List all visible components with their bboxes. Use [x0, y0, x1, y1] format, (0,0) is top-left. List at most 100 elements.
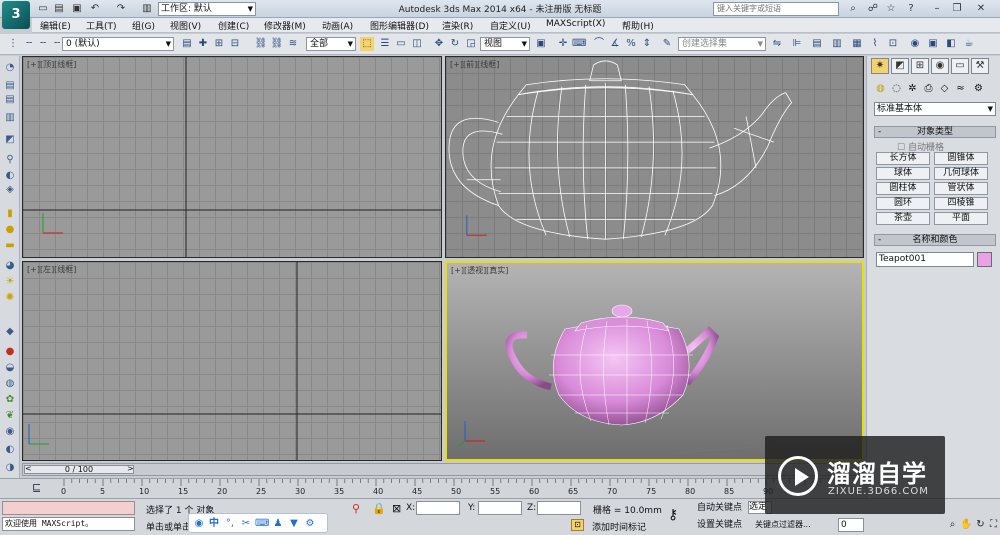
- tool-icon-2[interactable]: ▤: [3, 80, 17, 92]
- tool-icon-16[interactable]: ◍: [3, 378, 17, 390]
- selection-lock-icon[interactable]: 🔒: [372, 502, 386, 515]
- layer-line-icon[interactable]: ╌: [22, 37, 36, 51]
- project-folder-icon[interactable]: ▥: [140, 2, 154, 15]
- systems-icon[interactable]: ⚙: [971, 82, 986, 95]
- menu-customize[interactable]: 自定义(U): [490, 19, 531, 32]
- tool-icon-19[interactable]: ◉: [3, 426, 17, 438]
- save-icon[interactable]: ▣: [70, 2, 84, 15]
- orbit-icon[interactable]: ↻: [974, 518, 987, 531]
- object-type-rollout[interactable]: - 对象类型: [874, 126, 996, 138]
- tool-icon-13[interactable]: ◆: [3, 326, 17, 338]
- current-frame-field[interactable]: 0: [838, 518, 864, 532]
- slider-prev-icon[interactable]: <: [25, 464, 32, 473]
- select-manipulate-icon[interactable]: ✛: [556, 37, 570, 51]
- menu-edit[interactable]: 编辑(E): [40, 19, 71, 32]
- skin-icon[interactable]: ▼: [287, 517, 301, 531]
- add-time-tag[interactable]: 添加时间标记: [592, 520, 646, 533]
- pan-icon[interactable]: ✋: [960, 518, 973, 531]
- category-dropdown[interactable]: 标准基本体 ▼: [874, 102, 996, 116]
- z-coordinate-field[interactable]: [537, 501, 581, 515]
- minimize-icon[interactable]: –: [930, 2, 944, 16]
- cameras-icon[interactable]: ⎙: [921, 82, 936, 95]
- time-slider-thumb[interactable]: 0 / 100: [24, 465, 134, 474]
- tool-icon-3[interactable]: ▤: [3, 94, 17, 106]
- motion-tab-icon[interactable]: ◉: [931, 58, 949, 74]
- app-logo-button[interactable]: 3: [2, 1, 30, 29]
- ime-mode[interactable]: 中: [207, 517, 221, 531]
- time-slider[interactable]: 0 / 100 < >: [22, 463, 864, 476]
- open-file-icon[interactable]: ▤: [52, 2, 66, 15]
- layer-manager-icon[interactable]: ▤: [180, 37, 194, 51]
- menu-animation[interactable]: 动画(A): [322, 19, 353, 32]
- absolute-transform-icon[interactable]: ⊠: [392, 502, 401, 515]
- tool-icon-1[interactable]: ◔: [3, 62, 17, 74]
- ime-logo-icon[interactable]: ◉: [192, 517, 206, 531]
- select-object-icon[interactable]: ⬚: [360, 37, 374, 51]
- scale-icon[interactable]: ◲: [464, 37, 478, 51]
- display-tab-icon[interactable]: ▭: [951, 58, 969, 74]
- helpers-icon[interactable]: ◇: [937, 82, 952, 95]
- tool-icon-20[interactable]: ◐: [3, 444, 17, 456]
- modify-tab-icon[interactable]: ◩: [891, 58, 909, 74]
- schematic-view-icon[interactable]: ⊡: [886, 37, 900, 51]
- set-key-button[interactable]: 设置关键点: [697, 518, 745, 532]
- layer-dropdown[interactable]: 0 (默认) ▼: [62, 37, 174, 51]
- menu-maxscript[interactable]: MAXScript(X): [546, 19, 605, 29]
- hierarchy-tab-icon[interactable]: ⊞: [911, 58, 929, 74]
- mirror-icon[interactable]: ⇋: [770, 37, 784, 51]
- tube-button[interactable]: 管状体: [934, 182, 988, 195]
- punctuation-icon[interactable]: °,: [223, 517, 237, 531]
- tool-icon-6[interactable]: ⚲: [3, 154, 17, 166]
- maximize-viewport-icon[interactable]: ⛶: [987, 518, 1000, 531]
- key-filters-button[interactable]: 关键点过滤器...: [755, 518, 829, 532]
- angle-snap-icon[interactable]: ∡: [608, 37, 622, 51]
- lights-icon[interactable]: ✲: [905, 82, 920, 95]
- graphite-toggle-icon[interactable]: ▦: [850, 37, 864, 51]
- geosphere-button[interactable]: 几何球体: [934, 167, 988, 180]
- teapot-button[interactable]: 茶壶: [876, 212, 930, 225]
- undo-icon[interactable]: ↶: [88, 2, 102, 15]
- tool-icon-8[interactable]: ◈: [3, 184, 17, 196]
- help-icon[interactable]: ?: [904, 2, 918, 16]
- spinner-snap-icon[interactable]: ⇕: [640, 37, 654, 51]
- object-color-swatch[interactable]: [977, 252, 992, 267]
- sun-icon[interactable]: ✺: [3, 292, 17, 304]
- tool-icon-21[interactable]: ◑: [3, 462, 17, 474]
- cylinder-button[interactable]: 圆柱体: [876, 182, 930, 195]
- viewport-left[interactable]: [+][左][线框]: [22, 261, 442, 461]
- new-file-icon[interactable]: ▭: [36, 2, 50, 15]
- tool-icon-9[interactable]: ▮: [3, 208, 17, 220]
- menu-tools[interactable]: 工具(T): [86, 19, 117, 32]
- x-coordinate-field[interactable]: [416, 501, 460, 515]
- layer-select-icon[interactable]: ⊞: [212, 37, 226, 51]
- infocenter-icon[interactable]: ☍: [866, 2, 880, 16]
- layer-hide-icon[interactable]: ⊟: [228, 37, 242, 51]
- mini-curve-editor-icon[interactable]: ⊑: [32, 481, 41, 494]
- select-by-name-icon[interactable]: ☰: [378, 37, 392, 51]
- menu-modifiers[interactable]: 修改器(M): [264, 19, 306, 32]
- rendered-frame-icon[interactable]: ◧: [944, 37, 958, 51]
- cone-button[interactable]: 圆锥体: [934, 152, 988, 165]
- move-icon[interactable]: ✥: [432, 37, 446, 51]
- star-icon[interactable]: ☆: [884, 2, 898, 16]
- tool-icon-10[interactable]: ●: [3, 224, 17, 236]
- tool-icon-12[interactable]: ◕: [3, 260, 17, 272]
- link-icon[interactable]: ⛓: [254, 37, 268, 51]
- material-editor-icon[interactable]: ◉: [908, 37, 922, 51]
- menu-group[interactable]: 组(G): [132, 19, 155, 32]
- close-icon[interactable]: ✕: [974, 2, 988, 16]
- tool-icon-11[interactable]: ▬: [3, 240, 17, 252]
- geometry-icon[interactable]: ◍: [873, 82, 888, 95]
- unlink-icon[interactable]: ⛓: [270, 37, 284, 51]
- menu-rendering[interactable]: 渲染(R): [442, 19, 473, 32]
- tool-icon-17[interactable]: ✿: [3, 394, 17, 406]
- edit-named-selection-icon[interactable]: ✎: [660, 37, 674, 51]
- snap-toggle-icon[interactable]: ⌒: [592, 37, 606, 51]
- selection-filter-dropdown[interactable]: 全部 ▼: [306, 37, 356, 51]
- restore-icon[interactable]: ❐: [950, 2, 964, 16]
- pyramid-button[interactable]: 四棱锥: [934, 197, 988, 210]
- tool-icon-5[interactable]: ◩: [3, 134, 17, 146]
- user-icon[interactable]: ♟: [271, 517, 285, 531]
- viewport-top[interactable]: [+][顶][线框]: [22, 56, 442, 258]
- maxscript-listener-mini[interactable]: [2, 501, 135, 515]
